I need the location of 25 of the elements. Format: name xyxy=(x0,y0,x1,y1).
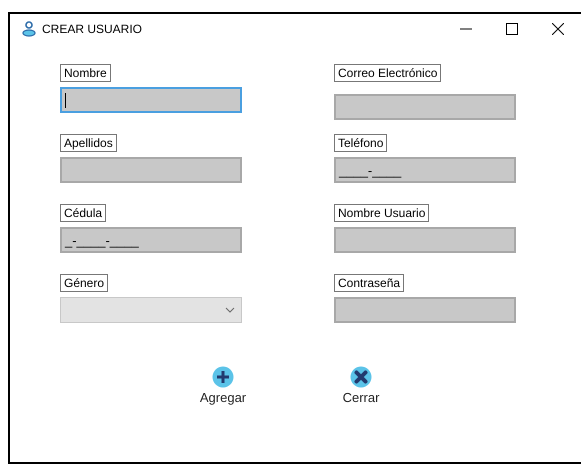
add-button[interactable]: Agregar xyxy=(198,366,248,405)
user-icon xyxy=(22,21,36,37)
chevron-down-icon xyxy=(225,307,235,313)
plus-icon xyxy=(212,366,234,388)
field-label: Teléfono xyxy=(334,134,388,152)
maximize-icon xyxy=(506,23,518,35)
input-field[interactable]: ____-____ xyxy=(334,157,516,183)
input-field[interactable] xyxy=(334,297,516,323)
field-label: Género xyxy=(60,274,108,292)
field-label: Correo Electrónico xyxy=(334,64,442,82)
field-label: Nombre xyxy=(60,64,111,82)
field-label: Cédula xyxy=(60,204,106,222)
close-form-button[interactable]: Cerrar xyxy=(336,366,386,405)
input-field[interactable] xyxy=(60,87,242,113)
gender-dropdown[interactable] xyxy=(60,297,242,323)
input-field[interactable] xyxy=(60,157,242,183)
input-field[interactable] xyxy=(334,227,516,253)
field-label: Nombre Usuario xyxy=(334,204,430,222)
close-icon xyxy=(350,366,372,388)
input-field[interactable] xyxy=(334,94,516,120)
window-title: CREAR USUARIO xyxy=(42,22,144,36)
field-label: Contraseña xyxy=(334,274,404,292)
field-label: Apellidos xyxy=(60,134,117,152)
input-field[interactable]: _-____-____ xyxy=(60,227,242,253)
close-icon xyxy=(552,23,564,35)
